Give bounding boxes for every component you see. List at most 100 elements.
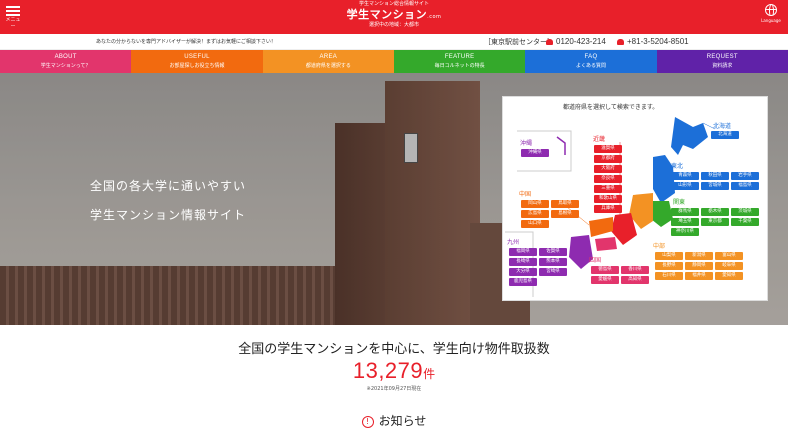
prefecture-button[interactable]: 埼玉県 [671, 218, 699, 226]
okinawa-shape [556, 136, 566, 155]
nav-item-jp: 都道府県を選択する [305, 63, 351, 69]
prefecture-button[interactable]: 群馬県 [671, 208, 699, 216]
region-label-hokkaido: 北海道 [713, 123, 732, 130]
prefecture-button[interactable]: 徳島県 [591, 266, 619, 274]
prefecture-button[interactable]: 北海道 [711, 131, 739, 139]
prefecture-button[interactable]: 長崎県 [509, 258, 537, 266]
nav-item-en: ABOUT [54, 54, 77, 60]
phone-link-2[interactable]: +81-3-5204-8501 [617, 37, 689, 46]
nav-item-en: USEFUL [184, 54, 210, 60]
prefecture-button[interactable]: 福島県 [731, 182, 759, 190]
prefecture-button[interactable]: 京都府 [594, 155, 622, 163]
prefecture-button[interactable]: 三重県 [594, 185, 622, 193]
prefecture-button[interactable]: 神奈川県 [671, 228, 699, 236]
prefecture-button[interactable]: 青森県 [671, 172, 699, 180]
prefecture-button[interactable]: 岐阜県 [715, 262, 743, 270]
prefecture-button[interactable]: 大分県 [509, 268, 537, 276]
prefecture-button[interactable]: 島根県 [551, 210, 579, 218]
prefecture-button[interactable]: 愛媛県 [591, 276, 619, 284]
region-label-chubu: 中部 [653, 243, 666, 250]
kanto-shape [651, 201, 673, 227]
main-navigation: ABOUT 学生マンションって？ USEFUL お部屋探しお役立ち情報 AREA 都道府県… [0, 50, 788, 73]
prefecture-button[interactable]: 東京都 [701, 218, 729, 226]
prefecture-button[interactable]: 山形県 [671, 182, 699, 190]
hero-line-1: 全国の各大学に通いやすい [90, 179, 247, 193]
prefecture-button[interactable]: 静岡県 [685, 262, 713, 270]
prefecture-button[interactable]: 愛知県 [715, 272, 743, 280]
news-heading[interactable]: ! お知らせ [0, 412, 788, 429]
prefecture-button[interactable]: 沖縄県 [521, 149, 549, 157]
logo-text: 学生マンション.com [346, 8, 442, 21]
news-label: お知らせ [378, 414, 427, 428]
prefecture-button[interactable]: 富山県 [715, 252, 743, 260]
prefecture-button[interactable]: 佐賀県 [539, 248, 567, 256]
prefecture-button[interactable]: 宮城県 [701, 182, 729, 190]
region-label-shikoku: 四国 [589, 257, 602, 264]
nav-item-jp: 資料請求 [712, 63, 733, 69]
contact-bar: あなたの分からないを専門アドバイザーが解決！まずはお気軽にご相談下さい！ ［東京… [0, 34, 788, 50]
region-label-tohoku: 東北 [671, 163, 684, 170]
nav-item-en: REQUEST [706, 54, 738, 60]
prefecture-button[interactable]: 鳥取県 [551, 200, 579, 208]
nav-item-feature[interactable]: FEATURE 毎日コルネットの特長 [393, 50, 526, 73]
prefecture-button[interactable]: 鹿児島県 [509, 278, 537, 286]
nav-item-request[interactable]: REQUEST 資料請求 [656, 50, 788, 73]
prefecture-button[interactable]: 福岡県 [509, 248, 537, 256]
nav-item-about[interactable]: ABOUT 学生マンションって？ [0, 50, 132, 73]
prefecture-button[interactable]: 和歌山県 [594, 195, 622, 203]
prefecture-button[interactable]: 滋賀県 [594, 145, 622, 153]
region-label-kyushu: 九州 [507, 239, 520, 246]
prefecture-button[interactable]: 石川県 [655, 272, 683, 280]
prefecture-button[interactable]: 福井県 [685, 272, 713, 280]
prefecture-button[interactable]: 岩手県 [731, 172, 759, 180]
region-label-kanto: 関東 [673, 199, 686, 206]
chugoku-shape [589, 217, 613, 237]
prefecture-button[interactable]: 千葉県 [731, 218, 759, 226]
advisor-message: あなたの分からないを専門アドバイザーが解決！まずはお気軽にご相談下さい！ [96, 39, 276, 45]
prefecture-button[interactable]: 広島県 [521, 210, 549, 218]
prefecture-button[interactable]: 栃木県 [701, 208, 729, 216]
prefecture-button[interactable]: 宮崎県 [539, 268, 567, 276]
nav-item-useful[interactable]: USEFUL お部屋探しお役立ち情報 [131, 50, 263, 73]
prefecture-button[interactable]: 秋田県 [701, 172, 729, 180]
nav-item-area[interactable]: AREA 都道府県を選択する [262, 50, 394, 73]
globe-icon [765, 4, 777, 16]
region-label-kinki: 近畿 [593, 136, 606, 143]
prefecture-button[interactable]: 兵庫県 [594, 205, 622, 213]
phone-icon [617, 38, 624, 45]
prefecture-button[interactable]: 奈良県 [594, 175, 622, 183]
nav-item-en: FEATURE [444, 54, 475, 60]
site-header: メニュー 学生マンション総合情報サイト 学生マンション.com 選択中の地域：大… [0, 0, 788, 34]
nav-item-jp: お部屋探しお役立ち情報 [169, 63, 225, 69]
prefecture-button[interactable]: 大阪府 [594, 165, 622, 173]
nav-item-jp: 学生マンションって？ [40, 63, 91, 69]
prefecture-button[interactable]: 山梨県 [655, 252, 683, 260]
region-label-okinawa: 沖縄 [520, 140, 533, 147]
prefecture-button[interactable]: 熊本県 [539, 258, 567, 266]
nav-item-jp: よくある質問 [575, 63, 606, 69]
logo-tagline: 学生マンション総合情報サイト [358, 1, 429, 7]
language-button[interactable]: Language [760, 4, 782, 23]
count-date-note: ※2021年09月27日現在 [366, 386, 422, 392]
listing-count: 13,279件 [0, 358, 788, 384]
prefecture-button[interactable]: 茨城県 [731, 208, 759, 216]
prefecture-button[interactable]: 岡山県 [521, 200, 549, 208]
hero-line-2: 学生マンション情報サイト [90, 208, 247, 222]
selected-area: 選択中の地域：大都市 [368, 22, 419, 28]
phone-link-1[interactable]: 0120-423-214 [546, 37, 606, 46]
prefecture-button[interactable]: 長野県 [655, 262, 683, 270]
prefecture-button[interactable]: 山口県 [521, 220, 549, 228]
branch-label: ［東京駅前センター］ [484, 39, 554, 46]
language-label: Language [761, 18, 781, 23]
menu-button[interactable]: メニュー [4, 4, 22, 31]
nav-item-en: FAQ [584, 54, 598, 60]
site-logo[interactable]: 学生マンション総合情報サイト 学生マンション.com 選択中の地域：大都市 [330, 2, 458, 28]
prefecture-button[interactable]: 香川県 [621, 266, 649, 274]
prefecture-button[interactable]: 高知県 [621, 276, 649, 284]
info-icon: ! [361, 415, 374, 428]
prefecture-button[interactable]: 新潟県 [685, 252, 713, 260]
hokkaido-shape [671, 117, 708, 155]
shikoku-shape [595, 237, 617, 251]
region-label-chugoku: 中国 [519, 191, 532, 198]
nav-item-faq[interactable]: FAQ よくある質問 [525, 50, 657, 73]
